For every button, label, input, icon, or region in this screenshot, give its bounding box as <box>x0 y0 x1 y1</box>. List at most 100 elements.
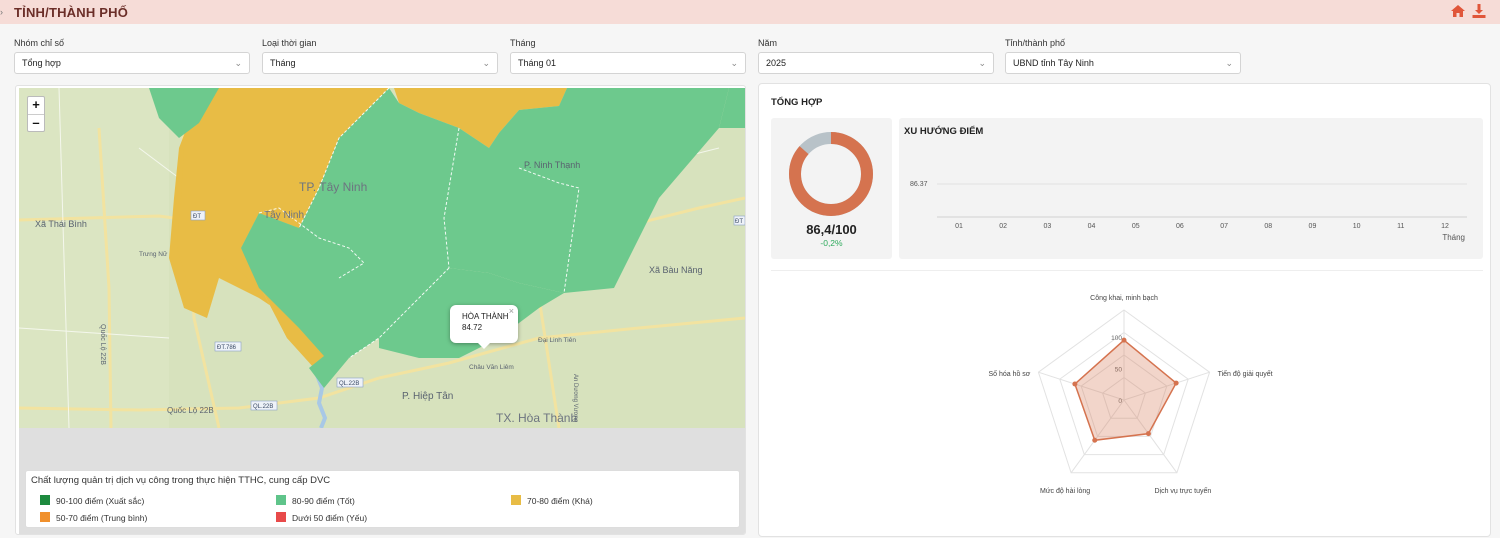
map-popup: × HÒA THÀNH 84.72 <box>450 305 518 349</box>
zoom-control: + – <box>27 96 45 132</box>
zoom-out-button[interactable]: – <box>28 114 44 131</box>
legend-item-good: 80-90 điểm (Tốt) <box>276 495 355 507</box>
year-select[interactable]: 2025 ⌄ <box>758 52 994 74</box>
trend-x-tick: 08 <box>1264 223 1272 230</box>
chevron-down-icon: ⌄ <box>482 58 490 68</box>
map-label: Xã Bàu Năng <box>649 265 703 275</box>
trend-x-tick: 03 <box>1043 223 1051 230</box>
trend-card: XU HƯỚNG ĐIỂM 86.37 01 02 03 04 05 06 07 08 09 10… <box>899 118 1483 259</box>
score-change: -0,2% <box>820 238 843 248</box>
legend-label: Dưới 50 điểm (Yếu) <box>292 513 368 523</box>
filter-label: Năm <box>758 38 778 48</box>
legend-title: Chất lượng quản trị dịch vụ công trong t… <box>31 475 331 486</box>
panel-divider <box>771 270 1483 271</box>
map-label: Châu Văn Liêm <box>469 364 514 371</box>
filter-label: Tháng <box>510 38 536 48</box>
legend-swatch <box>276 512 286 522</box>
map-label: An Dương Vương <box>572 374 578 422</box>
legend-swatch <box>511 495 521 505</box>
map-label: Quốc Lộ 22B <box>99 324 108 365</box>
filter-time-type: Loại thời gian Tháng ⌄ <box>262 30 498 74</box>
page-title: TỈNH/THÀNH PHỐ <box>14 5 129 20</box>
popup-region-score: 84.72 <box>462 323 483 332</box>
filter-group-index: Nhóm chỉ số Tổng hợp ⌄ <box>14 30 250 74</box>
trend-chart: 86.37 01 02 03 04 05 06 07 08 09 10 11 12 Tháng <box>910 181 1467 242</box>
radar-point <box>1092 437 1098 443</box>
filter-label: Tỉnh/thành phố <box>1005 38 1066 48</box>
legend-label: 90-100 điểm (Xuất sắc) <box>56 496 145 506</box>
chevron-down-icon: ⌄ <box>234 58 242 68</box>
filter-province: Tỉnh/thành phố UBND tỉnh Tây Ninh ⌄ <box>1005 30 1241 74</box>
trend-x-tick: 02 <box>999 223 1007 230</box>
trend-x-tick: 09 <box>1309 223 1317 230</box>
home-icon[interactable] <box>1450 3 1466 19</box>
legend-label: 50-70 điểm (Trung bình) <box>56 513 148 523</box>
trend-x-tick: 12 <box>1441 223 1449 230</box>
trend-y-tick: 86.37 <box>910 181 928 188</box>
zoom-in-button[interactable]: + <box>28 97 44 114</box>
map-label: Trưng Nữ <box>139 251 168 258</box>
legend-label: 80-90 điểm (Tốt) <box>292 496 355 506</box>
trend-x-tick: 05 <box>1132 223 1140 230</box>
month-select[interactable]: Tháng 01 ⌄ <box>510 52 746 74</box>
filter-bar: Nhóm chỉ số Tổng hợp ⌄ Loại thời gian Thá… <box>0 30 1500 80</box>
map-label: P. Hiệp Tân <box>402 391 453 402</box>
chevron-down-icon: ⌄ <box>1225 58 1233 68</box>
map-label: TX. Hòa Thành <box>496 411 577 425</box>
trend-x-tick: 10 <box>1353 223 1361 230</box>
time-type-select[interactable]: Tháng ⌄ <box>262 52 498 74</box>
trend-x-tick: 06 <box>1176 223 1184 230</box>
choropleth-map[interactable]: P. Ninh Thạnh TP. Tây Ninh Tây Ninh Xã T… <box>19 88 745 428</box>
filter-label: Nhóm chỉ số <box>14 38 65 48</box>
legend-item-excellent: 90-100 điểm (Xuất sắc) <box>40 495 144 507</box>
filter-month: Tháng Tháng 01 ⌄ <box>510 30 746 74</box>
trend-title: XU HƯỚNG ĐIỂM <box>904 126 984 137</box>
legend-swatch <box>276 495 286 505</box>
trend-x-tick: 04 <box>1088 223 1096 230</box>
map-label: Xã Thái Bình <box>35 219 87 229</box>
radar-tick-label: 100 <box>1111 335 1122 342</box>
select-value: Tổng hợp <box>22 58 61 68</box>
page-header: › TỈNH/THÀNH PHỐ <box>0 0 1500 24</box>
road-shield-label: QL.22B <box>253 404 273 410</box>
index-group-select[interactable]: Tổng hợp ⌄ <box>14 52 250 74</box>
road-shield-label: QL.22B <box>339 381 359 387</box>
score-value: 86,4/100 <box>806 222 857 237</box>
radar-point <box>1121 337 1127 343</box>
map-label: Tây Ninh <box>264 210 304 221</box>
trend-x-tick: 01 <box>955 223 963 230</box>
radar-point <box>1072 381 1078 387</box>
chevron-down-icon: ⌄ <box>730 58 738 68</box>
map-label: Đại Linh Tiên <box>538 337 576 344</box>
map-panel: P. Ninh Thạnh TP. Tây Ninh Tây Ninh Xã T… <box>15 85 746 535</box>
radar-axis-label: Công khai, minh bạch <box>1090 295 1158 302</box>
radar-axis-label: Dịch vụ trực tuyến <box>1154 486 1211 495</box>
map-land-west <box>19 88 169 428</box>
legend-item-weak: Dưới 50 điểm (Yếu) <box>276 512 367 524</box>
legend-swatch <box>40 495 50 505</box>
road-shield-label: ĐT.786 <box>217 345 237 351</box>
radar-axis-label: Số hóa hồ sơ <box>988 369 1030 378</box>
summary-panel: TỔNG HỢP 86,4/100 -0,2% XU HƯỚNG ĐIỂM 86… <box>758 83 1491 537</box>
sidebar-toggle[interactable]: › <box>0 7 7 18</box>
map-label: P. Ninh Thạnh <box>524 160 580 170</box>
select-value: 2025 <box>766 58 787 68</box>
popup-close-icon[interactable]: × <box>509 306 514 317</box>
province-select[interactable]: UBND tỉnh Tây Ninh ⌄ <box>1005 52 1241 74</box>
trend-x-name: Tháng <box>1442 233 1465 242</box>
map-label: TP. Tây Ninh <box>299 180 367 194</box>
score-card: 86,4/100 -0,2% <box>771 118 892 259</box>
radar-axis-label: Mức độ hài lòng <box>1040 488 1090 495</box>
radar-chart: 100500 Công khai, minh bạchTiến độ giải … <box>988 295 1273 495</box>
radar-point <box>1145 431 1151 437</box>
filter-label: Loại thời gian <box>262 38 317 48</box>
map-canvas: P. Ninh Thạnh TP. Tây Ninh Tây Ninh Xã T… <box>19 88 745 428</box>
map-label: Quốc Lộ 22B <box>167 406 214 415</box>
download-icon[interactable] <box>1471 3 1487 19</box>
filter-year: Năm 2025 ⌄ <box>758 30 994 74</box>
chevron-down-icon: ⌄ <box>978 58 986 68</box>
legend-label: 70-80 điểm (Khá) <box>527 496 593 506</box>
legend-swatch <box>40 512 50 522</box>
radar-axis-label: Tiến độ giải quyết <box>1218 369 1273 378</box>
trend-x-tick: 11 <box>1397 223 1404 230</box>
